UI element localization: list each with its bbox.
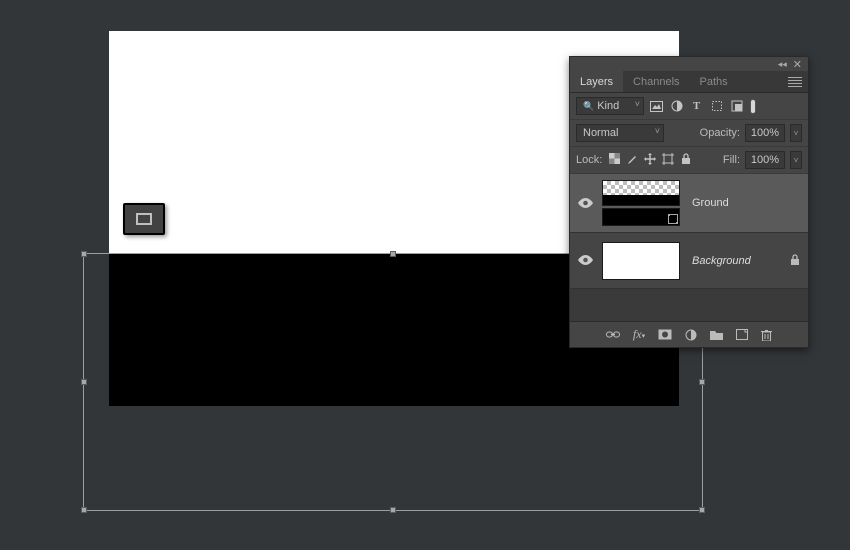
vector-mask-thumbnail[interactable] bbox=[602, 208, 680, 226]
visibility-icon[interactable] bbox=[574, 253, 596, 268]
layer-background[interactable]: Background bbox=[570, 233, 808, 289]
new-layer-icon[interactable] bbox=[736, 329, 748, 340]
handle-bottom-right[interactable] bbox=[699, 507, 705, 513]
tab-paths[interactable]: Paths bbox=[690, 71, 738, 92]
blend-mode-value: Normal bbox=[583, 127, 618, 139]
panel-topbar: ◂◂ ✕ bbox=[570, 57, 808, 71]
handle-bottom-middle[interactable] bbox=[390, 507, 396, 513]
layers-list: Ground Background bbox=[570, 174, 808, 321]
opacity-value[interactable]: 100% bbox=[745, 124, 785, 142]
link-layers-icon[interactable] bbox=[606, 330, 620, 339]
lock-artboard-icon[interactable] bbox=[661, 153, 675, 168]
adjustment-icon[interactable] bbox=[685, 329, 697, 341]
opacity-label: Opacity: bbox=[700, 127, 740, 139]
handle-middle-left[interactable] bbox=[81, 379, 87, 385]
filter-kind-select[interactable]: 🔍 Kind bbox=[576, 97, 644, 115]
lock-position-icon[interactable] bbox=[643, 153, 657, 168]
panel-footer: fx▾ bbox=[570, 321, 808, 347]
handle-bottom-left[interactable] bbox=[81, 507, 87, 513]
opacity-caret[interactable]: ˅ bbox=[790, 124, 802, 142]
blend-mode-select[interactable]: Normal bbox=[576, 124, 664, 142]
filter-row: 🔍 Kind T bbox=[570, 93, 808, 120]
rectangle-icon bbox=[136, 213, 152, 225]
layer-empty-area[interactable] bbox=[570, 289, 808, 321]
fill-value[interactable]: 100% bbox=[745, 151, 785, 169]
layer-name[interactable]: Ground bbox=[692, 197, 729, 209]
layers-panel: ◂◂ ✕ Layers Channels Paths 🔍 Kind T Norm… bbox=[569, 56, 809, 348]
fill-label: Fill: bbox=[723, 154, 740, 166]
filter-toggle[interactable] bbox=[750, 99, 756, 114]
layer-thumbnail[interactable] bbox=[602, 242, 680, 280]
lock-icon[interactable] bbox=[790, 254, 800, 268]
layer-name[interactable]: Background bbox=[692, 255, 751, 267]
tab-channels[interactable]: Channels bbox=[623, 71, 689, 92]
search-icon: 🔍 bbox=[583, 101, 594, 112]
mask-icon[interactable] bbox=[658, 329, 672, 340]
fill-caret[interactable]: ˅ bbox=[790, 151, 802, 169]
visibility-icon[interactable] bbox=[574, 196, 596, 211]
lock-transparency-icon[interactable] bbox=[607, 153, 621, 168]
collapse-icon[interactable]: ◂◂ bbox=[778, 59, 787, 70]
rectangle-tool-icon bbox=[123, 203, 165, 235]
handle-middle-right[interactable] bbox=[699, 379, 705, 385]
adjust-filter-icon[interactable] bbox=[669, 99, 684, 114]
vector-mask-badge-icon bbox=[668, 214, 678, 224]
close-icon[interactable]: ✕ bbox=[793, 58, 802, 71]
layer-thumbnail[interactable] bbox=[602, 180, 680, 206]
lock-all-icon[interactable] bbox=[679, 153, 693, 168]
delete-icon[interactable] bbox=[761, 329, 772, 341]
panel-tabs: Layers Channels Paths bbox=[570, 71, 808, 93]
image-filter-icon[interactable] bbox=[649, 99, 664, 114]
tab-layers[interactable]: Layers bbox=[570, 71, 623, 92]
group-icon[interactable] bbox=[710, 330, 723, 340]
shape-filter-icon[interactable] bbox=[709, 99, 724, 114]
type-filter-icon[interactable]: T bbox=[689, 99, 704, 114]
smart-filter-icon[interactable] bbox=[729, 99, 744, 114]
layer-ground[interactable]: Ground bbox=[570, 174, 808, 233]
lock-pixels-icon[interactable] bbox=[625, 153, 639, 168]
lock-row: Lock: Fill: 100% ˅ bbox=[570, 147, 808, 174]
filter-kind-label: Kind bbox=[597, 100, 619, 112]
blend-row: Normal Opacity: 100% ˅ bbox=[570, 120, 808, 147]
panel-menu-icon[interactable] bbox=[788, 77, 802, 87]
lock-label: Lock: bbox=[576, 154, 602, 166]
handle-top-left[interactable] bbox=[81, 251, 87, 257]
fx-icon[interactable]: fx▾ bbox=[633, 327, 645, 342]
